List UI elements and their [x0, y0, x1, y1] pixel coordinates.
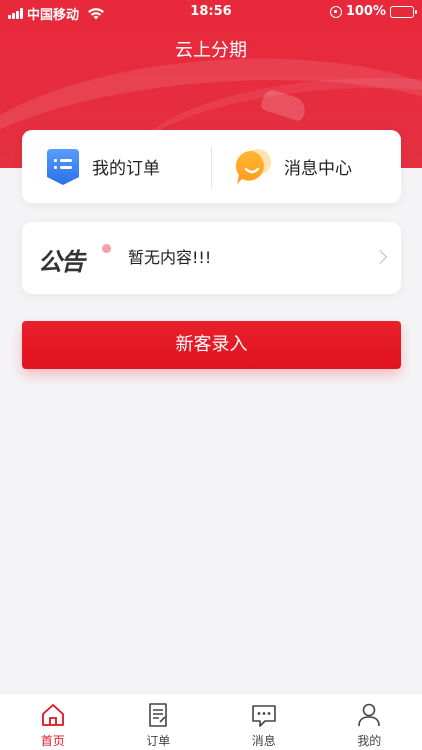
- rotation-lock-icon: [329, 5, 342, 18]
- user-icon: [358, 703, 381, 727]
- notice-content: 暂无内容!!!: [128, 248, 212, 267]
- battery-percent: 100%: [345, 4, 386, 19]
- message-icon: [251, 705, 276, 727]
- order-icon: [149, 703, 168, 727]
- notice-logo-char: 告: [61, 248, 85, 276]
- tab-home[interactable]: 首页: [0, 694, 106, 750]
- notice-logo-char: 公: [38, 248, 62, 276]
- order-list-icon: [47, 148, 79, 185]
- notice-dot: [102, 244, 111, 253]
- tab-messages[interactable]: 消息: [211, 694, 317, 750]
- message-center-label: 消息中心: [284, 159, 352, 179]
- tab-label: 消息: [251, 734, 276, 748]
- page-title: 云上分期: [175, 40, 247, 61]
- tab-label: 订单: [146, 734, 171, 748]
- notice-logo: 公告: [38, 242, 85, 277]
- tab-label: 首页: [40, 734, 65, 748]
- my-orders-shortcut[interactable]: 我的订单: [22, 130, 211, 203]
- new-client-button[interactable]: 新客录入: [22, 321, 401, 369]
- tab-orders[interactable]: 订单: [106, 694, 212, 750]
- status-bar: 中国移动 18:56 100%: [0, 0, 422, 24]
- battery-icon: [390, 5, 417, 18]
- tab-bar: 首页 订单 消息 我的: [0, 693, 422, 750]
- tab-label: 我的: [357, 734, 382, 748]
- notice-card[interactable]: 公告 暂无内容!!!: [22, 222, 401, 294]
- shortcut-card: 我的订单 消息中心: [22, 130, 401, 203]
- message-bubble-icon: [235, 148, 271, 184]
- home-icon: [41, 704, 64, 726]
- tab-mine[interactable]: 我的: [317, 694, 422, 750]
- chevron-right-icon: [372, 249, 388, 265]
- message-center-shortcut[interactable]: 消息中心: [212, 130, 401, 203]
- my-orders-label: 我的订单: [92, 159, 160, 179]
